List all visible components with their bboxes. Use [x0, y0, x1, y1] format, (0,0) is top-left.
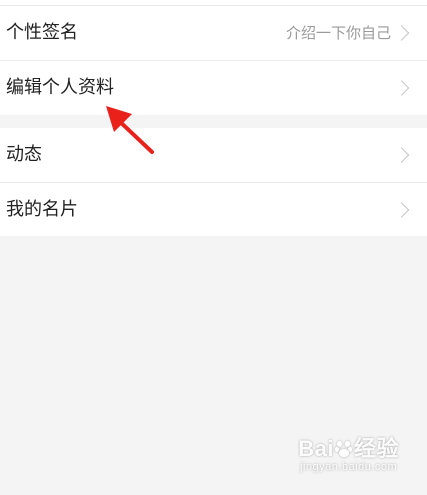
paw-icon — [334, 440, 353, 457]
signature-label: 个性签名 — [6, 22, 78, 43]
edit-profile-row[interactable]: 编辑个人资料 — [0, 61, 427, 115]
red-arrow-annotation — [106, 106, 154, 154]
chevron-right-icon — [393, 202, 410, 218]
social-group: 动态 我的名片 — [0, 128, 427, 236]
chevron-right-icon — [393, 147, 410, 163]
signature-value: 介绍一下你自己 — [285, 23, 391, 42]
profile-settings-group: 个性签名 介绍一下你自己 编辑个人资料 — [0, 0, 427, 115]
my-card-row[interactable]: 我的名片 — [0, 183, 427, 237]
my-card-label: 我的名片 — [6, 199, 78, 220]
edit-profile-label: 编辑个人资料 — [6, 77, 114, 98]
settings-screen: 个性签名 介绍一下你自己 编辑个人资料 动态 我的名片 Bai 经验 jingy… — [0, 0, 427, 495]
moments-label: 动态 — [6, 144, 42, 165]
chevron-right-icon — [393, 25, 410, 41]
signature-row[interactable]: 个性签名 介绍一下你自己 — [0, 6, 427, 60]
baidu-jingyan-watermark: Bai 经验 jingyan.baidu.com — [298, 435, 399, 473]
moments-row[interactable]: 动态 — [0, 128, 427, 182]
watermark-url: jingyan.baidu.com — [300, 460, 398, 473]
chevron-right-icon — [393, 80, 410, 96]
watermark-logo: Bai 经验 — [298, 435, 399, 461]
